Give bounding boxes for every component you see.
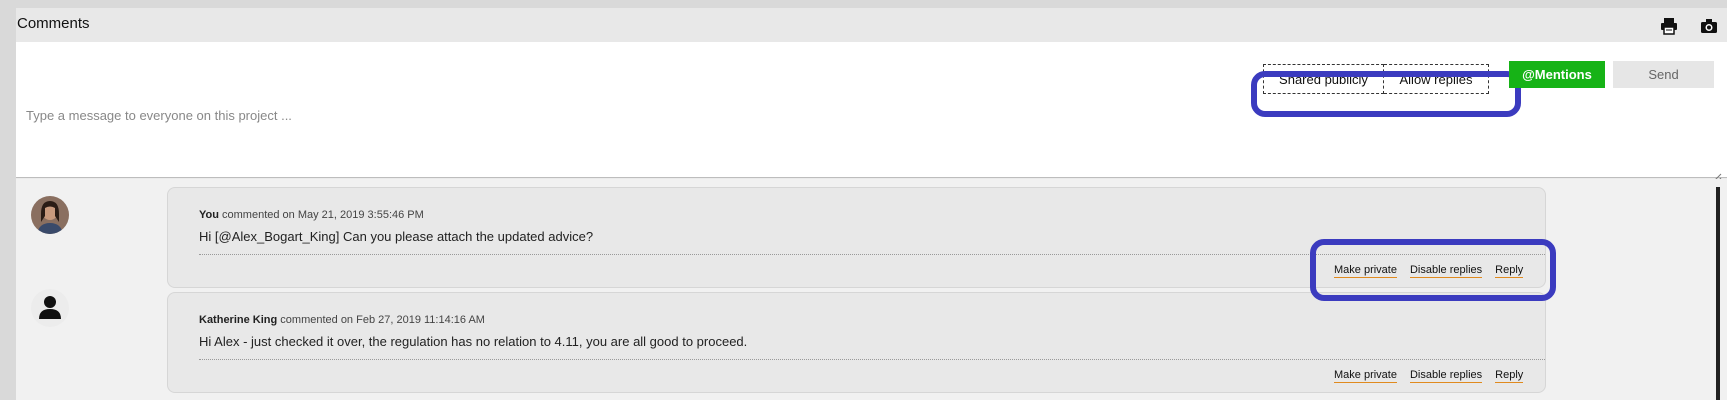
- list-item: Katherine King commented on Feb 27, 2019…: [167, 292, 1546, 393]
- page-title: Comments: [17, 15, 90, 32]
- divider: [199, 254, 1545, 255]
- comment-actions: Make private Disable replies Reply: [1334, 369, 1524, 383]
- scrollbar[interactable]: [1716, 187, 1720, 400]
- list-item: You commented on May 21, 2019 3:55:46 PM…: [167, 187, 1546, 288]
- comment-text: Hi [@Alex_Bogart_King] Can you please at…: [199, 229, 594, 244]
- comment-options: Shared publicly Allow replies: [1263, 64, 1489, 94]
- comment-date: commented on May 21, 2019 3:55:46 PM: [218, 209, 424, 221]
- reply-link[interactable]: Reply: [1495, 264, 1524, 278]
- comment-author: You: [199, 209, 219, 221]
- user-icon: [31, 289, 69, 327]
- camera-icon[interactable]: [1699, 16, 1719, 36]
- compose-area: Shared publicly Allow replies @Mentions …: [16, 42, 1727, 183]
- comment-meta: You commented on May 21, 2019 3:55:46 PM: [199, 209, 424, 221]
- comment-actions: Make private Disable replies Reply: [1334, 264, 1524, 278]
- avatar: [31, 196, 69, 234]
- send-button[interactable]: Send: [1613, 61, 1714, 88]
- make-private-link[interactable]: Make private: [1334, 369, 1397, 383]
- comment-list: You commented on May 21, 2019 3:55:46 PM…: [16, 179, 1727, 400]
- comment-text: Hi Alex - just checked it over, the regu…: [199, 334, 748, 349]
- shared-publicly-toggle[interactable]: Shared publicly: [1263, 64, 1384, 94]
- panel-header: Comments: [16, 8, 1727, 43]
- allow-replies-toggle[interactable]: Allow replies: [1384, 64, 1489, 94]
- message-input[interactable]: Type a message to everyone on this proje…: [26, 108, 292, 123]
- make-private-link[interactable]: Make private: [1334, 264, 1397, 278]
- disable-replies-link[interactable]: Disable replies: [1409, 264, 1483, 278]
- comment-author: Katherine King: [199, 314, 278, 326]
- disable-replies-link[interactable]: Disable replies: [1409, 369, 1483, 383]
- comment-meta: Katherine King commented on Feb 27, 2019…: [199, 314, 485, 326]
- comment-date: commented on Feb 27, 2019 11:14:16 AM: [277, 314, 485, 326]
- divider: [199, 359, 1545, 360]
- mentions-button[interactable]: @Mentions: [1509, 61, 1605, 88]
- comments-panel: Comments Shared publicly Allow replies @…: [16, 8, 1727, 400]
- reply-link[interactable]: Reply: [1495, 369, 1524, 383]
- print-icon[interactable]: [1659, 16, 1679, 36]
